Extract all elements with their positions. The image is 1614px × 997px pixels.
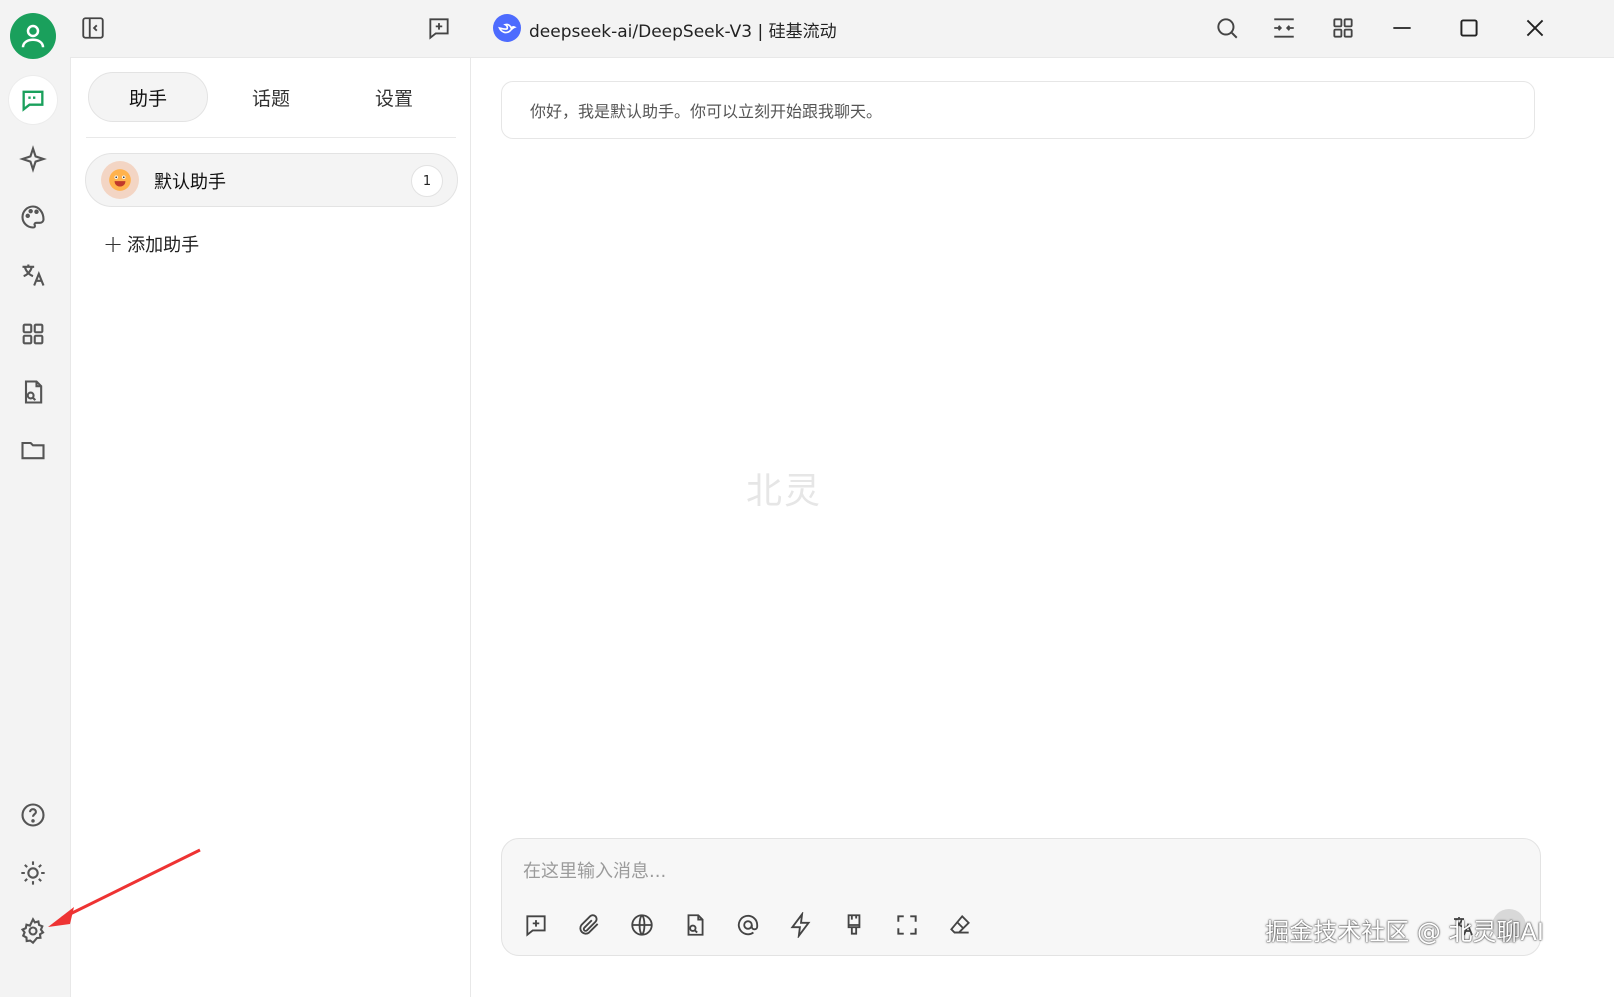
help-icon[interactable]	[9, 791, 57, 839]
apps-grid-icon[interactable]	[9, 310, 57, 358]
add-assistant-button[interactable]: + 添加助手	[103, 231, 199, 257]
minimize-icon[interactable]	[1388, 14, 1416, 42]
chat-area: 你好，我是默认助手。你可以立刻开始跟我聊天。 北灵	[471, 57, 1614, 997]
topic-count-badge: 1	[411, 165, 443, 197]
layout-grid-icon[interactable]	[1329, 14, 1357, 42]
web-search-icon[interactable]	[626, 909, 658, 941]
clear-style-icon[interactable]	[838, 909, 870, 941]
center-watermark: 北灵	[746, 471, 823, 512]
fullscreen-icon[interactable]	[891, 909, 923, 941]
grinning-face-icon	[101, 161, 139, 199]
plus-icon: +	[103, 230, 124, 258]
title-bar: deepseek-ai/DeepSeek-V3 | 硅基流动	[70, 0, 1614, 57]
tab-assistants[interactable]: 助手	[88, 72, 208, 122]
sidebar-toggle-icon[interactable]	[79, 14, 107, 42]
chat-icon[interactable]	[9, 76, 57, 124]
tab-topics[interactable]: 话题	[211, 72, 331, 122]
user-avatar-icon[interactable]	[10, 13, 56, 59]
deepseek-logo-icon	[493, 14, 521, 42]
assistant-name: 默认助手	[154, 172, 226, 193]
close-icon[interactable]	[1521, 14, 1549, 42]
eraser-icon[interactable]	[944, 909, 976, 941]
expand-width-icon[interactable]	[1270, 14, 1298, 42]
search-icon[interactable]	[1213, 14, 1241, 42]
new-chat-icon[interactable]	[425, 14, 453, 42]
site-watermark: 掘金技术社区 @ 北灵聊AI	[1265, 918, 1544, 946]
translate-icon[interactable]	[9, 251, 57, 299]
message-input[interactable]	[523, 857, 1423, 885]
panel-tabs: 助手 话题 设置	[86, 72, 456, 138]
mention-icon[interactable]	[732, 909, 764, 941]
knowledge-file-icon[interactable]	[679, 909, 711, 941]
add-assistant-label: 添加助手	[127, 235, 200, 256]
quick-phrase-icon[interactable]	[785, 909, 817, 941]
assistant-greeting-message: 你好，我是默认助手。你可以立刻开始跟我聊天。	[501, 81, 1535, 139]
app-window: deepseek-ai/DeepSeek-V3 | 硅基流动 助手 话题 设置	[0, 0, 1614, 997]
maximize-icon[interactable]	[1455, 14, 1483, 42]
sparkle-icon[interactable]	[9, 135, 57, 183]
annotation-arrow	[48, 848, 201, 927]
assistant-item-default[interactable]: 默认助手 1	[85, 153, 458, 207]
tab-settings[interactable]: 设置	[334, 72, 454, 122]
attach-icon[interactable]	[573, 909, 605, 941]
palette-icon[interactable]	[9, 193, 57, 241]
file-search-icon[interactable]	[9, 368, 57, 416]
composer-toolbar	[520, 909, 976, 941]
new-topic-icon[interactable]	[520, 909, 552, 941]
folder-icon[interactable]	[9, 426, 57, 474]
model-title[interactable]: deepseek-ai/DeepSeek-V3 | 硅基流动	[529, 17, 837, 42]
